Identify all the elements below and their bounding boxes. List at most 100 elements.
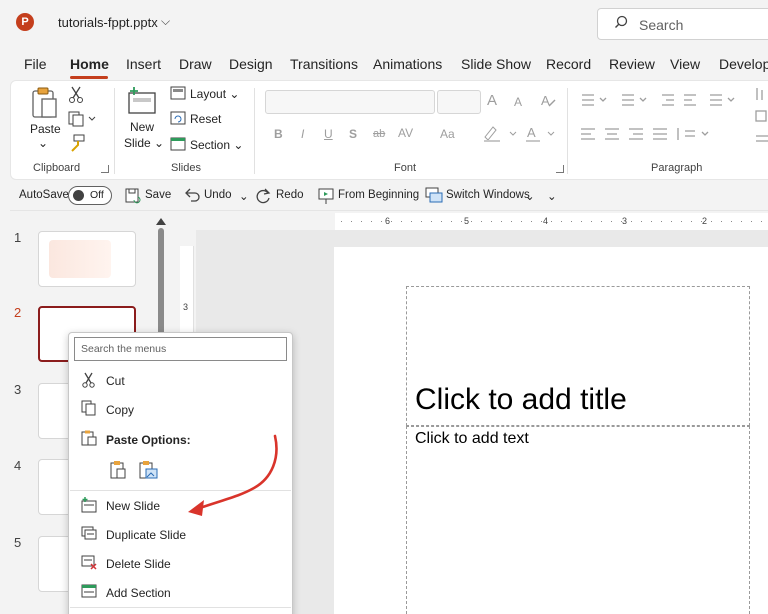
group-label-slides: Slides (171, 162, 201, 174)
new-slide-label-2[interactable]: Slide ⌄ (124, 136, 164, 150)
chevron-down-icon[interactable]: ⌄ (38, 136, 48, 150)
highlight-color-icon[interactable] (482, 124, 522, 144)
ruler-tick (351, 221, 352, 222)
bold-button[interactable]: B (274, 127, 283, 141)
scroll-up-icon[interactable] (156, 218, 166, 225)
grow-font-button[interactable]: A (487, 92, 497, 109)
tab-slide-show[interactable]: Slide Show (461, 56, 531, 72)
ruler-tick (721, 221, 722, 222)
undo-dropdown-icon[interactable]: ⌄ (239, 189, 249, 203)
font-color-icon[interactable]: A (524, 124, 560, 144)
tab-insert[interactable]: Insert (126, 56, 161, 72)
clipboard-launcher-icon[interactable] (101, 165, 109, 173)
redo-button[interactable]: Redo (276, 189, 304, 201)
title-placeholder-text[interactable]: Click to add title (415, 383, 627, 417)
paste-options-icon (81, 430, 97, 446)
tab-review[interactable]: Review (609, 56, 655, 72)
cut-icon[interactable] (68, 86, 84, 104)
tab-file[interactable]: File (24, 56, 47, 72)
ruler-tick (341, 221, 342, 222)
save-button[interactable]: Save (145, 189, 171, 201)
ruler-tick (681, 221, 682, 222)
menu-item-delete-slide[interactable]: Delete Slide (106, 557, 171, 571)
tab-transitions[interactable]: Transitions (290, 56, 358, 72)
ruler-tick (661, 221, 662, 222)
chevron-down-icon[interactable]: ⌵ (161, 14, 170, 29)
switch-windows-chevron-icon[interactable]: ⌄ (525, 189, 535, 203)
ruler-tick (551, 221, 552, 222)
ruler-tick (401, 221, 402, 222)
underline-button[interactable]: U (324, 127, 333, 141)
new-slide-label-1[interactable]: New (130, 120, 154, 134)
menu-paste-options-header: Paste Options: (106, 433, 191, 447)
paste-keep-formatting-icon[interactable] (108, 460, 128, 480)
save-icon[interactable] (124, 187, 142, 205)
customize-qat-icon[interactable]: ⌄ (547, 189, 557, 203)
menu-search-input[interactable]: Search the menus (74, 337, 287, 361)
new-slide-icon[interactable] (126, 86, 158, 116)
slide-number: 5 (14, 535, 22, 550)
layout-button[interactable]: Layout ⌄ (190, 87, 239, 101)
copy-icon[interactable] (68, 111, 96, 127)
change-case-button[interactable]: Aa (440, 127, 455, 141)
from-beginning-button[interactable]: From Beginning (338, 189, 419, 201)
file-title[interactable]: tutorials-fppt.pptx (58, 15, 158, 30)
strikethrough-button[interactable]: ab (373, 128, 385, 140)
ruler-label: 4 (543, 216, 549, 226)
slide-number: 3 (14, 382, 22, 397)
undo-button[interactable]: Undo (204, 189, 232, 201)
menu-item-cut[interactable]: Cut (106, 374, 125, 388)
tab-home[interactable]: Home (70, 56, 109, 72)
font-launcher-icon[interactable] (556, 165, 564, 173)
powerpoint-logo-icon: P (16, 13, 34, 31)
tab-draw[interactable]: Draw (179, 56, 212, 72)
undo-icon[interactable] (183, 187, 201, 203)
menu-item-duplicate-slide[interactable]: Duplicate Slide (106, 528, 186, 542)
tab-animations[interactable]: Animations (373, 56, 442, 72)
redo-icon[interactable] (255, 186, 273, 204)
paste-picture-icon[interactable] (137, 460, 159, 480)
ruler-tick (751, 221, 752, 222)
shadow-button[interactable]: S (349, 127, 357, 141)
shrink-font-button[interactable]: A (514, 95, 522, 109)
paste-button-label[interactable]: Paste (30, 122, 61, 136)
list-controls-icon[interactable] (578, 91, 748, 109)
add-section-icon (81, 584, 97, 598)
clear-formatting-icon[interactable]: A (539, 92, 557, 110)
ruler-label: 3 (183, 302, 189, 312)
menu-item-add-section[interactable]: Add Section (106, 586, 171, 600)
section-icon (170, 137, 186, 151)
search-box[interactable]: Search (597, 8, 768, 40)
reset-button[interactable]: Reset (190, 112, 221, 126)
tab-record[interactable]: Record (546, 56, 591, 72)
toggle-state: Off (90, 189, 104, 201)
ruler-tick (491, 221, 492, 222)
menu-item-copy[interactable]: Copy (106, 403, 134, 417)
ruler-tick (471, 221, 472, 222)
body-placeholder-text[interactable]: Click to add text (415, 430, 529, 448)
paste-icon[interactable] (30, 86, 60, 120)
italic-button[interactable]: I (301, 127, 304, 141)
ruler-tick (691, 221, 692, 222)
menu-search-placeholder: Search the menus (81, 343, 167, 355)
tab-design[interactable]: Design (229, 56, 273, 72)
text-direction-icon[interactable] (754, 86, 768, 150)
ruler-tick (411, 221, 412, 222)
from-beginning-icon[interactable] (317, 187, 335, 205)
tab-developer[interactable]: Develop (719, 56, 768, 72)
svg-text:A: A (527, 125, 536, 140)
body-placeholder[interactable] (406, 426, 750, 614)
font-size-combo[interactable] (437, 90, 481, 114)
format-painter-icon[interactable] (68, 134, 86, 152)
slide-thumbnail-1[interactable] (38, 231, 136, 287)
menu-item-new-slide[interactable]: New Slide (106, 499, 160, 513)
ribbon-divider (114, 88, 115, 174)
character-spacing-button[interactable]: AV (398, 126, 413, 140)
alignment-controls-icon[interactable] (578, 125, 718, 143)
section-button[interactable]: Section ⌄ (190, 138, 243, 152)
font-name-combo[interactable] (265, 90, 435, 114)
tab-view[interactable]: View (670, 56, 700, 72)
autosave-toggle[interactable]: Off (68, 186, 112, 205)
switch-windows-icon[interactable] (424, 186, 444, 204)
switch-windows-button[interactable]: Switch Windows (446, 189, 530, 201)
